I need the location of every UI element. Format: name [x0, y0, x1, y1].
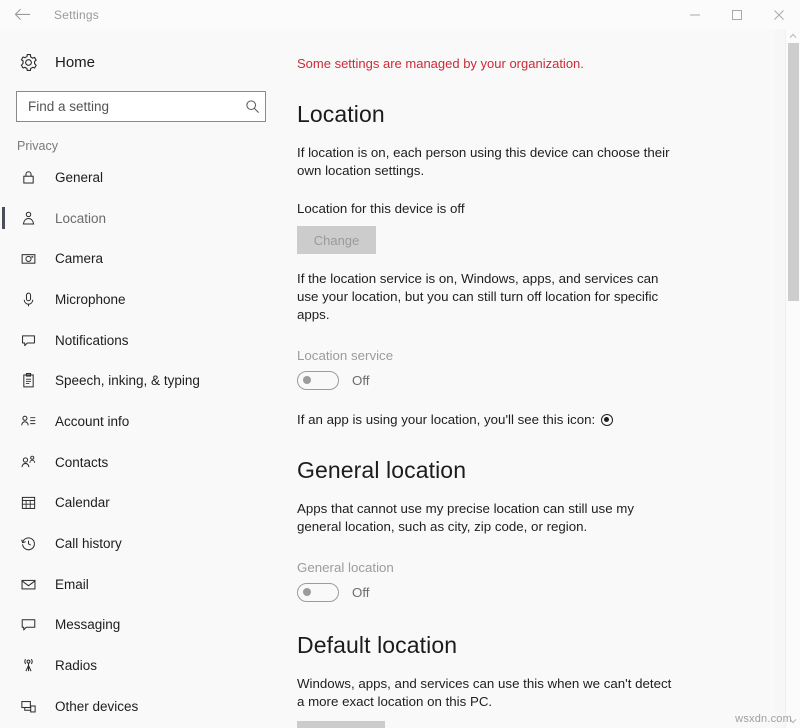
sidebar-item-label: Radios	[55, 658, 97, 673]
chevron-up-icon	[789, 33, 797, 39]
location-service-description: If the location service is on, Windows, …	[297, 270, 673, 324]
envelope-icon	[17, 573, 39, 595]
general-location-toggle-row: Off	[297, 583, 775, 602]
sidebar-item-label: Speech, inking, & typing	[55, 373, 200, 388]
message-icon	[17, 614, 39, 636]
sidebar-item-label: Messaging	[55, 617, 120, 632]
location-service-toggle-label: Location service	[297, 348, 775, 363]
toggle-knob	[303, 376, 311, 384]
settings-window: Settings	[0, 0, 800, 728]
toggle-knob	[303, 588, 311, 596]
location-pin-icon	[17, 207, 39, 229]
sidebar: Home Privacy General	[0, 29, 285, 728]
sidebar-item-label: Location	[55, 211, 106, 226]
sidebar-section-label: Privacy	[0, 139, 285, 153]
close-button[interactable]	[758, 0, 800, 29]
sidebar-item-general[interactable]: General	[0, 157, 285, 198]
default-location-description: Windows, apps, and services can use this…	[297, 675, 673, 711]
sidebar-item-camera[interactable]: Camera	[0, 238, 285, 279]
clock-history-icon	[17, 533, 39, 555]
sidebar-item-call-history[interactable]: Call history	[0, 523, 285, 564]
general-location-toggle-state: Off	[352, 585, 370, 600]
sidebar-item-calendar[interactable]: Calendar	[0, 483, 285, 524]
back-arrow-icon	[14, 8, 31, 21]
scrollbar-thumb[interactable]	[788, 43, 799, 301]
location-service-toggle-row: Off	[297, 371, 775, 390]
sidebar-item-label: Other devices	[55, 699, 138, 714]
minimize-icon	[689, 9, 701, 21]
contacts-icon	[17, 451, 39, 473]
sidebar-item-speech-inking-typing[interactable]: Speech, inking, & typing	[0, 360, 285, 401]
sidebar-item-label: Call history	[55, 536, 122, 551]
clipboard-icon	[17, 370, 39, 392]
vertical-scrollbar[interactable]	[785, 29, 800, 728]
search-icon[interactable]	[239, 92, 265, 121]
set-default-button[interactable]: Set default	[297, 721, 385, 728]
location-description: If location is on, each person using thi…	[297, 144, 673, 180]
back-button[interactable]	[0, 0, 44, 29]
devices-icon	[17, 695, 39, 717]
organization-notice: Some settings are managed by your organi…	[297, 56, 775, 71]
general-location-toggle-label: General location	[297, 560, 775, 575]
sidebar-item-contacts[interactable]: Contacts	[0, 442, 285, 483]
sidebar-item-account-info[interactable]: Account info	[0, 401, 285, 442]
sidebar-item-microphone[interactable]: Microphone	[0, 279, 285, 320]
sidebar-item-label: Calendar	[55, 495, 110, 510]
maximize-icon	[731, 9, 743, 21]
general-location-heading: General location	[297, 457, 775, 484]
sidebar-item-label: Notifications	[55, 333, 129, 348]
sidebar-nav-list: General Location	[0, 157, 285, 727]
close-icon	[773, 9, 785, 21]
radio-tower-icon	[17, 655, 39, 677]
sidebar-item-label: General	[55, 170, 103, 185]
title-bar: Settings	[0, 0, 800, 29]
location-icon-note-text: If an app is using your location, you'll…	[297, 412, 595, 427]
window-controls	[674, 0, 800, 29]
sidebar-item-radios[interactable]: Radios	[0, 645, 285, 686]
sidebar-item-label: Account info	[55, 414, 129, 429]
camera-icon	[17, 248, 39, 270]
account-info-icon	[17, 410, 39, 432]
sidebar-item-email[interactable]: Email	[0, 564, 285, 605]
window-title: Settings	[54, 8, 99, 22]
gear-icon	[17, 51, 39, 73]
watermark: wsxdn.com	[735, 713, 792, 725]
sidebar-home-label: Home	[55, 54, 95, 71]
scroll-up-button[interactable]	[786, 29, 800, 43]
maximize-button[interactable]	[716, 0, 758, 29]
selection-accent-bar	[2, 207, 5, 229]
sidebar-item-messaging[interactable]: Messaging	[0, 605, 285, 646]
lock-icon	[17, 166, 39, 188]
content-pane: Some settings are managed by your organi…	[285, 29, 775, 728]
sidebar-item-location[interactable]: Location	[0, 198, 285, 239]
general-location-toggle[interactable]	[297, 583, 339, 602]
location-device-status: Location for this device is off	[297, 201, 775, 216]
sidebar-item-label: Email	[55, 577, 89, 592]
microphone-icon	[17, 288, 39, 310]
location-icon-note: If an app is using your location, you'll…	[297, 412, 775, 427]
sidebar-item-notifications[interactable]: Notifications	[0, 320, 285, 361]
location-service-toggle[interactable]	[297, 371, 339, 390]
notification-bubble-icon	[17, 329, 39, 351]
general-location-description: Apps that cannot use my precise location…	[297, 500, 673, 536]
location-indicator-icon	[601, 414, 613, 426]
default-location-heading: Default location	[297, 632, 775, 659]
sidebar-item-label: Microphone	[55, 292, 126, 307]
sidebar-item-label: Contacts	[55, 455, 108, 470]
sidebar-item-other-devices[interactable]: Other devices	[0, 686, 285, 727]
minimize-button[interactable]	[674, 0, 716, 29]
location-service-toggle-state: Off	[352, 373, 370, 388]
calendar-icon	[17, 492, 39, 514]
location-heading: Location	[297, 101, 775, 128]
search-box[interactable]	[16, 91, 266, 122]
sidebar-item-home[interactable]: Home	[0, 43, 285, 81]
search-input[interactable]	[17, 92, 239, 121]
change-button[interactable]: Change	[297, 226, 376, 254]
sidebar-item-label: Camera	[55, 251, 103, 266]
